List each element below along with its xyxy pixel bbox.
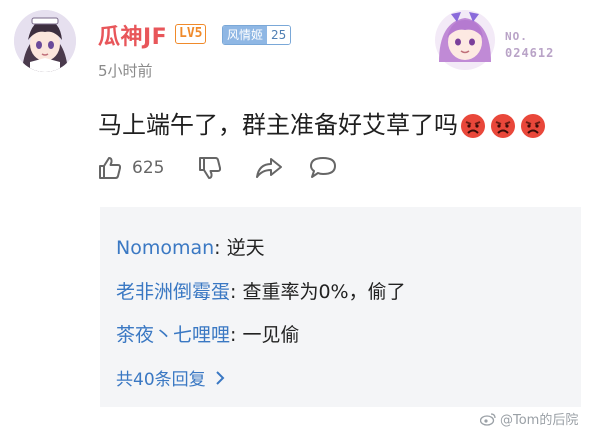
pendant-no-label: NO.: [505, 30, 528, 43]
like-count: 625: [132, 158, 165, 178]
reply-separator: :: [214, 237, 227, 259]
watermark-text: @Tom的后院: [500, 413, 579, 428]
pendant-character-image: [435, 10, 495, 70]
username[interactable]: 瓜神JF: [98, 19, 167, 51]
pendant-number: 024612: [505, 46, 555, 60]
emoji-row: [460, 113, 546, 139]
reply-username[interactable]: 老非洲倒霉蛋: [116, 281, 230, 303]
more-replies-link[interactable]: 共40条回复: [116, 365, 226, 390]
like-button[interactable]: 625: [96, 154, 164, 182]
fan-badge-name: 风情姬: [223, 26, 268, 44]
more-replies-label: 共40条回复: [116, 370, 206, 390]
post-timestamp: 5小时前: [98, 62, 153, 80]
reply-text: 逆天: [226, 237, 265, 259]
decoration-pendant: NO. 024612: [425, 4, 585, 76]
angry-face-icon: [521, 114, 545, 138]
reply-text: 一见偷: [242, 324, 300, 346]
reply-item[interactable]: Nomoman: 逆天: [116, 233, 265, 260]
reply-text: 查重率为0%，偷了: [242, 281, 406, 303]
reply-username[interactable]: Nomoman: [116, 237, 214, 259]
fan-badge-level: 25: [267, 26, 291, 44]
reply-item[interactable]: 老非洲倒霉蛋: 查重率为0%，偷了: [116, 277, 406, 304]
level-badge: LV5: [175, 24, 207, 44]
weibo-logo-icon: [480, 412, 496, 426]
reply-separator: :: [230, 324, 243, 346]
chevron-right-icon: [215, 370, 225, 385]
share-button[interactable]: [254, 154, 284, 182]
comment-button[interactable]: [308, 154, 338, 182]
angry-face-icon: [491, 114, 515, 138]
avatar[interactable]: [14, 10, 76, 72]
reply-preview-box[interactable]: Nomoman: 逆天 老非洲倒霉蛋: 查重率为0%，偷了 茶夜丶七哩哩: 一见…: [100, 207, 581, 407]
reply-separator: :: [230, 281, 243, 303]
reply-item[interactable]: 茶夜丶七哩哩: 一见偷: [116, 320, 299, 347]
action-bar: 625: [96, 154, 356, 184]
dislike-button[interactable]: [196, 154, 224, 182]
watermark: @Tom的后院: [480, 409, 578, 428]
thumbs-down-icon: [199, 157, 222, 179]
comment-text: 马上端午了，群主准备好艾草了吗: [98, 105, 546, 140]
reply-username[interactable]: 茶夜丶七哩哩: [116, 324, 230, 346]
avatar-image: [14, 10, 76, 72]
angry-face-icon: [461, 114, 485, 138]
comment-body: 马上端午了，群主准备好艾草了吗: [98, 111, 458, 139]
fan-badge[interactable]: 风情姬 25: [222, 25, 292, 45]
comment-icon: [310, 157, 336, 178]
share-icon: [256, 158, 282, 178]
thumbs-up-icon: [99, 157, 122, 179]
